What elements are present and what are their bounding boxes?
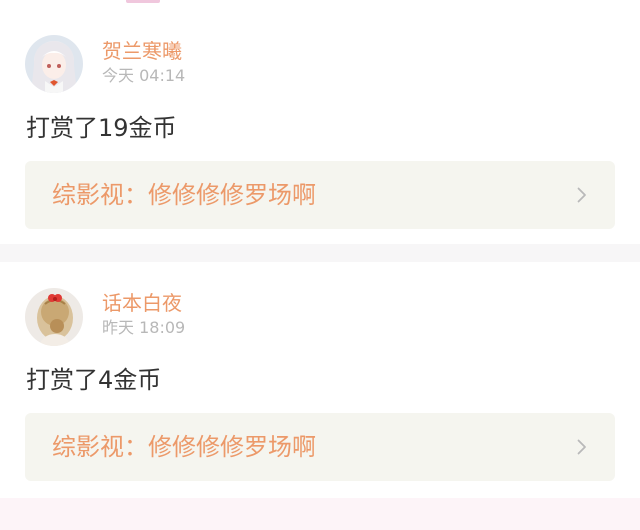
book-title: 综影视：修修修修罗场啊 xyxy=(52,181,316,209)
book-title: 综影视：修修修修罗场啊 xyxy=(52,433,316,461)
anime-girl-avatar-icon[interactable] xyxy=(25,35,83,93)
book-link[interactable]: 综影视：修修修修罗场啊 xyxy=(25,161,615,229)
next-card-edge xyxy=(0,498,640,530)
hair-bun-avatar-icon[interactable] xyxy=(25,288,83,346)
chevron-right-icon xyxy=(577,439,586,455)
reward-feed-page: 贺兰寒曦 今天 04:14 打赏了19金币 综影视：修修修修罗场啊 话本白夜 昨… xyxy=(0,0,640,530)
post-time: 昨天 18:09 xyxy=(102,318,186,337)
reward-text: 打赏了19金币 xyxy=(26,114,177,142)
post-time: 今天 04:14 xyxy=(102,66,186,85)
feed-card: 话本白夜 昨天 18:09 打赏了4金币 综影视：修修修修罗场啊 xyxy=(0,262,640,498)
book-link[interactable]: 综影视：修修修修罗场啊 xyxy=(25,413,615,481)
tab-indicator xyxy=(126,0,160,3)
user-name[interactable]: 贺兰寒曦 xyxy=(102,39,182,63)
user-name[interactable]: 话本白夜 xyxy=(102,291,182,315)
reward-text: 打赏了4金币 xyxy=(26,366,162,394)
feed-card: 贺兰寒曦 今天 04:14 打赏了19金币 综影视：修修修修罗场啊 xyxy=(0,4,640,244)
chevron-right-icon xyxy=(577,187,586,203)
